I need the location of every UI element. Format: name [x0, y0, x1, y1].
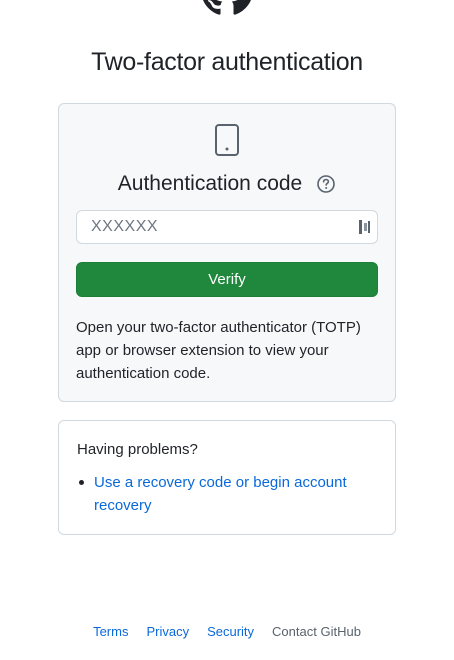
auth-code-input[interactable] [76, 210, 378, 244]
auth-code-heading: Authentication code [59, 172, 395, 196]
list-item: Use a recovery code or begin account rec… [77, 471, 377, 517]
auth-help-text: Open your two-factor authenticator (TOTP… [76, 319, 361, 382]
footer: Terms Privacy Security Contact GitHub [0, 624, 454, 639]
question-circle-icon[interactable] [316, 174, 336, 194]
github-logo-icon[interactable] [201, 0, 253, 16]
footer-link-contact[interactable]: Contact GitHub [272, 624, 361, 639]
problems-title: Having problems? [77, 441, 198, 458]
auth-code-label: Authentication code [117, 172, 303, 195]
bullet-icon [79, 480, 84, 485]
mobile-device-icon [215, 124, 239, 156]
verify-button[interactable]: Verify [76, 262, 378, 297]
recovery-link[interactable]: Use a recovery code or begin account rec… [94, 474, 347, 514]
footer-link-security[interactable]: Security [207, 624, 254, 639]
footer-link-terms[interactable]: Terms [93, 624, 128, 639]
page-title: Two-factor authentication [91, 48, 363, 76]
problems-list: Use a recovery code or begin account rec… [77, 471, 377, 517]
password-manager-icon[interactable] [358, 219, 372, 235]
footer-link-privacy[interactable]: Privacy [146, 624, 189, 639]
auth-code-panel: Authentication code Verify Open your two… [58, 103, 396, 402]
problems-panel: Having problems? Use a recovery code or … [58, 420, 396, 535]
